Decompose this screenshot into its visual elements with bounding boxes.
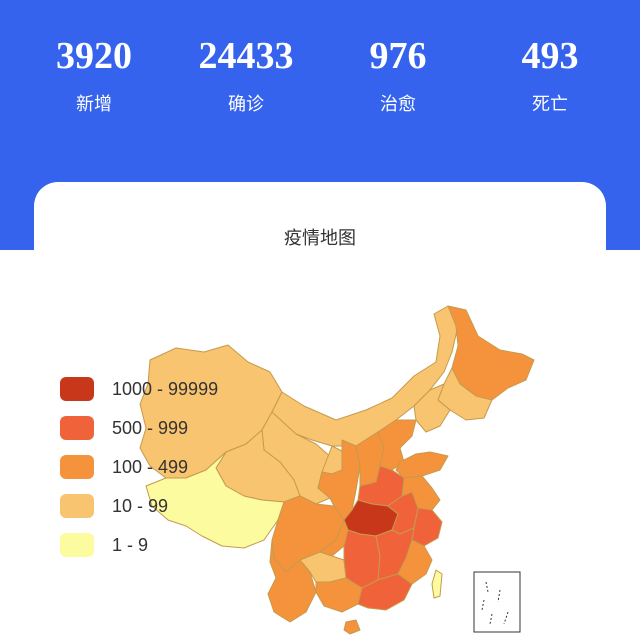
region-shandong[interactable] (395, 451, 449, 479)
legend-label: 500 - 999 (112, 418, 189, 438)
legend-swatch (60, 377, 94, 401)
region-taiwan[interactable] (431, 569, 443, 599)
region-guangxi[interactable] (315, 577, 363, 613)
legend-label: 1 - 9 (112, 535, 149, 555)
legend-label: 10 - 99 (112, 496, 169, 516)
legend-swatch (60, 494, 94, 518)
south-china-sea-inset (473, 571, 521, 633)
region-hunan[interactable] (343, 529, 381, 589)
legend-swatch (60, 533, 94, 557)
legend-swatch (60, 416, 94, 440)
epidemic-page: 3920 新增 24433 确诊 976 治愈 493 死亡 疫情地图 1000… (0, 0, 640, 640)
region-hainan[interactable] (343, 619, 361, 635)
legend-label: 1000 - 99999 (112, 379, 219, 399)
legend-label: 100 - 499 (112, 457, 189, 477)
legend-swatch (60, 455, 94, 479)
region-zhejiang[interactable] (411, 507, 443, 547)
china-map[interactable] (0, 0, 640, 640)
